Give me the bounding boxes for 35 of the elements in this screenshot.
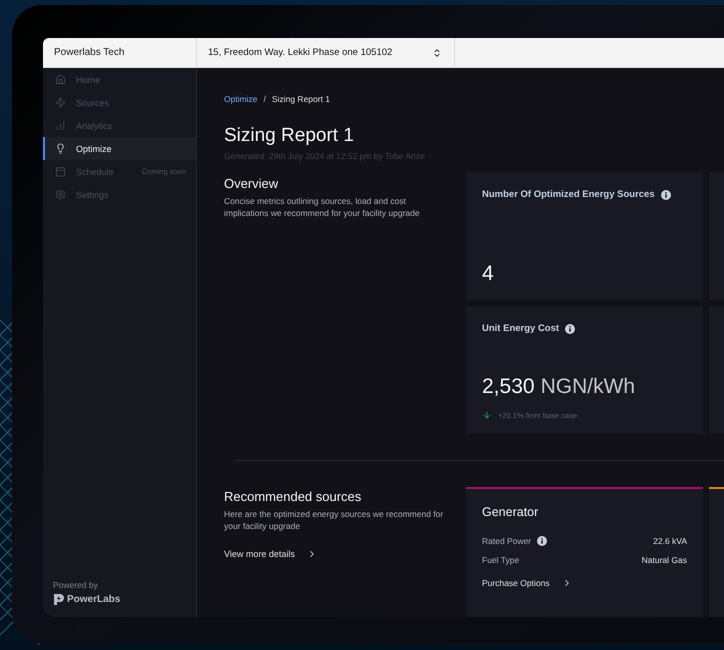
metric-value: 2,530 (482, 375, 535, 399)
info-icon (660, 190, 671, 200)
chevron-up-down-icon (432, 48, 442, 58)
metric-unit: NGN/kWh (540, 375, 636, 399)
section-title: Recommended sources (224, 489, 362, 504)
section-description: Concise metrics outlining sources, load and cost implications we recommend for your facility upgrade (224, 195, 421, 220)
organization-name: Powerlabs Tech (43, 38, 197, 67)
settings-icon (55, 189, 66, 200)
page-title: Sizing Report 1 (224, 125, 355, 147)
spec-value: 22.6 kVA (653, 536, 687, 546)
section-description: Here are the optimized energy sources we recommend for your facility upgrade (224, 508, 444, 533)
info-icon (537, 536, 548, 546)
metric-label: Unit Energy Cost (482, 323, 560, 334)
breadcrumb-link[interactable]: Optimize (224, 94, 258, 104)
view-details-link[interactable]: View more details (224, 548, 317, 559)
breadcrumb-current: Sizing Report 1 (272, 94, 330, 104)
spec-label: Rated Power (482, 536, 532, 546)
spec-label: Fuel Type (482, 554, 520, 564)
metric-value: 4 (482, 262, 494, 286)
powered-by-text: Powered by (53, 580, 99, 590)
source-name: Generator (482, 505, 540, 519)
metric-label: Number Of Optimized Energy Sources (482, 189, 655, 200)
purchase-options-link[interactable]: Purchase Options (482, 578, 687, 588)
breadcrumb-separator: / (264, 94, 266, 104)
home-icon (55, 74, 66, 85)
section-title: Overview (224, 176, 280, 191)
sidebar-item[interactable]: Optimize (43, 137, 196, 160)
address-select[interactable]: 15, Freedom Way. Lekki Phase one 105102 (197, 38, 455, 67)
info-icon (565, 324, 576, 334)
lightning-icon (55, 97, 66, 108)
lightbulb-icon (55, 143, 66, 154)
spec-value: Natural Gas (642, 554, 687, 564)
bar-chart-icon (55, 120, 66, 131)
calendar-icon (55, 166, 66, 177)
brand-logo: PowerLabs (53, 593, 196, 605)
